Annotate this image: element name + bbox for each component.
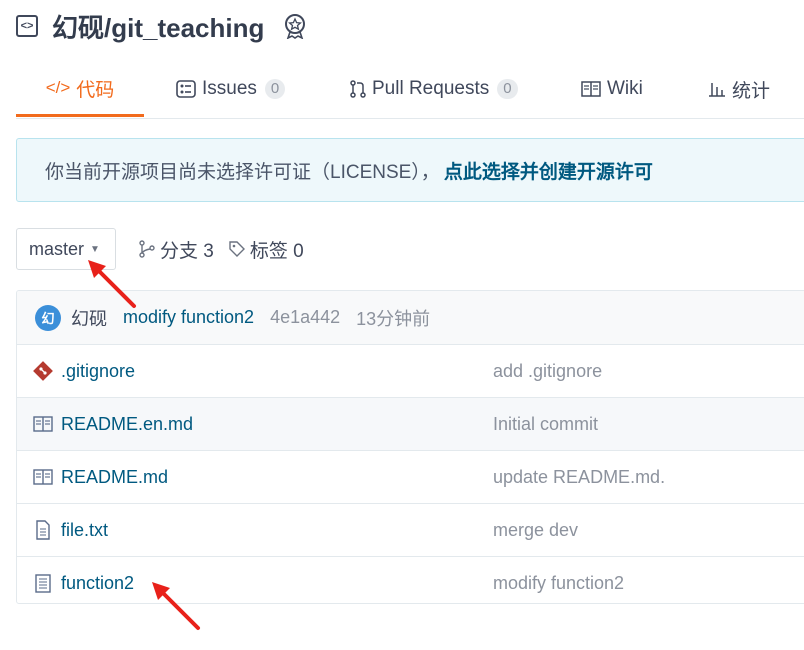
- book-icon: [33, 469, 53, 485]
- repo-tabs: </> 代码 Issues 0 Pull Requests 0 Wiki 统计: [16, 62, 804, 119]
- branches-link[interactable]: 分支 3: [138, 236, 214, 263]
- branches-count: 分支 3: [160, 240, 214, 262]
- tab-code[interactable]: </> 代码: [16, 62, 144, 117]
- commit-time: 13分钟前: [356, 308, 431, 329]
- issues-count: 0: [264, 79, 286, 99]
- license-notice-text: 你当前开源项目尚未选择许可证（LICENSE），: [45, 161, 440, 183]
- pull-requests-count: 0: [497, 79, 518, 99]
- annotation-arrow: [88, 260, 136, 308]
- branch-select-value: master: [29, 238, 85, 259]
- git-icon: [33, 361, 53, 381]
- file-commit-message[interactable]: modify function2: [493, 573, 624, 594]
- tab-wiki[interactable]: Wiki: [581, 62, 643, 116]
- tag-icon: [229, 241, 245, 257]
- book-icon: [581, 81, 601, 97]
- file-name-link[interactable]: .gitignore: [61, 361, 135, 382]
- table-row: README.en.md Initial commit: [17, 398, 804, 451]
- issues-icon: [176, 80, 196, 98]
- tab-pull-requests[interactable]: Pull Requests 0: [350, 62, 518, 116]
- table-row: .gitignore add .gitignore: [17, 345, 804, 398]
- table-row: function2 modify function2: [17, 557, 804, 603]
- file-name-link[interactable]: README.md: [61, 467, 168, 488]
- tab-pull-requests-label: Pull Requests: [372, 78, 490, 99]
- code-repo-icon: <>: [16, 15, 38, 37]
- license-notice: 你当前开源项目尚未选择许可证（LICENSE）， 点此选择并创建开源许可: [16, 138, 804, 202]
- tab-code-label: 代码: [76, 79, 115, 101]
- caret-down-icon: ▼: [90, 243, 100, 255]
- bar-chart-icon: [709, 83, 725, 97]
- file-commit-message[interactable]: merge dev: [493, 520, 578, 541]
- repo-title[interactable]: 幻砚/git_teaching: [52, 8, 264, 45]
- table-row: file.txt merge dev: [17, 504, 804, 557]
- pull-request-icon: [350, 80, 366, 98]
- annotation-arrow: [152, 582, 200, 630]
- file-name-link[interactable]: README.en.md: [61, 414, 193, 435]
- tags-count: 标签 0: [249, 240, 304, 262]
- tab-stats-label: 统计: [732, 80, 771, 102]
- avatar[interactable]: 幻: [35, 304, 61, 331]
- file-name-link[interactable]: function2: [61, 573, 134, 594]
- award-icon[interactable]: [282, 13, 308, 39]
- tab-issues[interactable]: Issues 0: [176, 62, 286, 116]
- commit-hash[interactable]: 4e1a442: [270, 307, 340, 328]
- file-name-link[interactable]: file.txt: [61, 520, 108, 541]
- choose-license-link[interactable]: 点此选择并创建开源许可: [444, 157, 653, 184]
- tab-stats[interactable]: 统计: [708, 62, 770, 116]
- repo-header: <> 幻砚/git_teaching: [16, 8, 308, 44]
- tab-wiki-label: Wiki: [607, 78, 643, 99]
- book-icon: [33, 416, 53, 432]
- file-lines-icon: [35, 574, 51, 593]
- file-commit-message[interactable]: update README.md.: [493, 467, 665, 488]
- file-icon: [36, 520, 50, 540]
- tab-issues-label: Issues: [202, 78, 257, 99]
- file-commit-message[interactable]: add .gitignore: [493, 361, 602, 382]
- tags-link[interactable]: 标签 0: [228, 236, 304, 263]
- branch-bar: master ▼ 分支 3 标签 0: [16, 228, 304, 270]
- file-table: 幻 幻砚 modify function2 4e1a442 13分钟前 .git…: [16, 290, 804, 604]
- code-icon: </>: [45, 78, 71, 97]
- file-commit-message[interactable]: Initial commit: [493, 414, 598, 435]
- table-row: README.md update README.md.: [17, 451, 804, 504]
